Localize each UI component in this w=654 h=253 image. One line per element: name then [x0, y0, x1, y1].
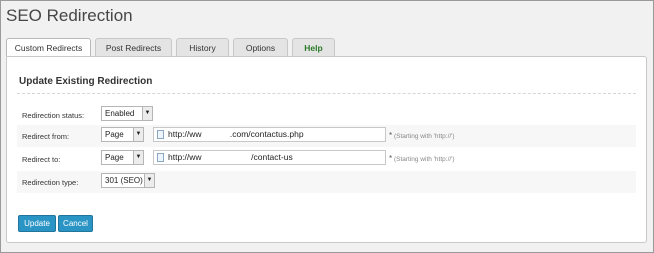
redirect-to-label: Redirect to:	[22, 155, 61, 164]
tab-post-redirects[interactable]: Post Redirects	[95, 38, 172, 57]
redirect-to-hint: * (Starting with 'http://')	[389, 154, 455, 163]
redirection-status-select[interactable]: Enabled ▼	[101, 106, 153, 121]
chevron-down-icon: ▼	[133, 128, 143, 141]
document-icon	[157, 130, 164, 139]
redirect-to-type-select[interactable]: Page ▼	[101, 150, 144, 165]
chevron-down-icon: ▼	[142, 107, 152, 120]
redirect-from-type-value: Page	[105, 130, 124, 139]
chevron-down-icon: ▼	[133, 151, 143, 164]
required-star: *	[389, 154, 393, 163]
redirect-from-type-select[interactable]: Page ▼	[101, 127, 144, 142]
divider	[17, 93, 636, 94]
redirect-to-hint-text: (Starting with 'http://')	[393, 156, 455, 163]
redirection-type-value: 301 (SEO)	[105, 176, 143, 185]
required-star: *	[389, 131, 393, 140]
redirect-from-url-value: http://ww .com/contactus.php	[168, 129, 304, 139]
redirection-type-select[interactable]: 301 (SEO) ▼	[101, 173, 155, 188]
row-redirection-type: Redirection type: 301 (SEO) ▼	[17, 171, 636, 193]
tab-history[interactable]: History	[176, 38, 229, 57]
redirect-from-hint: * (Starting with 'http://')	[389, 131, 455, 140]
redirection-type-label: Redirection type:	[22, 178, 79, 187]
redirect-from-url-input[interactable]: http://ww .com/contactus.php	[153, 127, 386, 142]
redirection-status-label: Redirection status:	[22, 111, 85, 120]
main-panel: Update Existing Redirection Redirection …	[6, 56, 647, 243]
redirection-status-value: Enabled	[105, 109, 135, 118]
row-redirect-to: Redirect to: Page ▼ http://ww /contact-u…	[17, 148, 636, 170]
redirect-to-url-input[interactable]: http://ww /contact-us	[153, 150, 386, 165]
row-redirection-status: Redirection status: Enabled ▼	[17, 104, 636, 126]
section-title: Update Existing Redirection	[19, 76, 153, 87]
chevron-down-icon: ▼	[144, 174, 154, 187]
tab-custom-redirects[interactable]: Custom Redirects	[6, 38, 91, 58]
tab-options[interactable]: Options	[233, 38, 288, 57]
row-redirect-from: Redirect from: Page ▼ http://ww .com/con…	[17, 125, 636, 147]
page-title: SEO Redirection	[6, 6, 133, 25]
redirect-from-hint-text: (Starting with 'http://')	[393, 133, 455, 140]
tab-help[interactable]: Help	[292, 38, 335, 57]
redirect-from-label: Redirect from:	[22, 132, 70, 141]
update-button[interactable]: Update	[18, 215, 56, 232]
document-icon	[157, 153, 164, 162]
cancel-button[interactable]: Cancel	[58, 215, 93, 232]
redirect-to-url-value: http://ww /contact-us	[168, 152, 293, 162]
redirect-to-type-value: Page	[105, 153, 124, 162]
